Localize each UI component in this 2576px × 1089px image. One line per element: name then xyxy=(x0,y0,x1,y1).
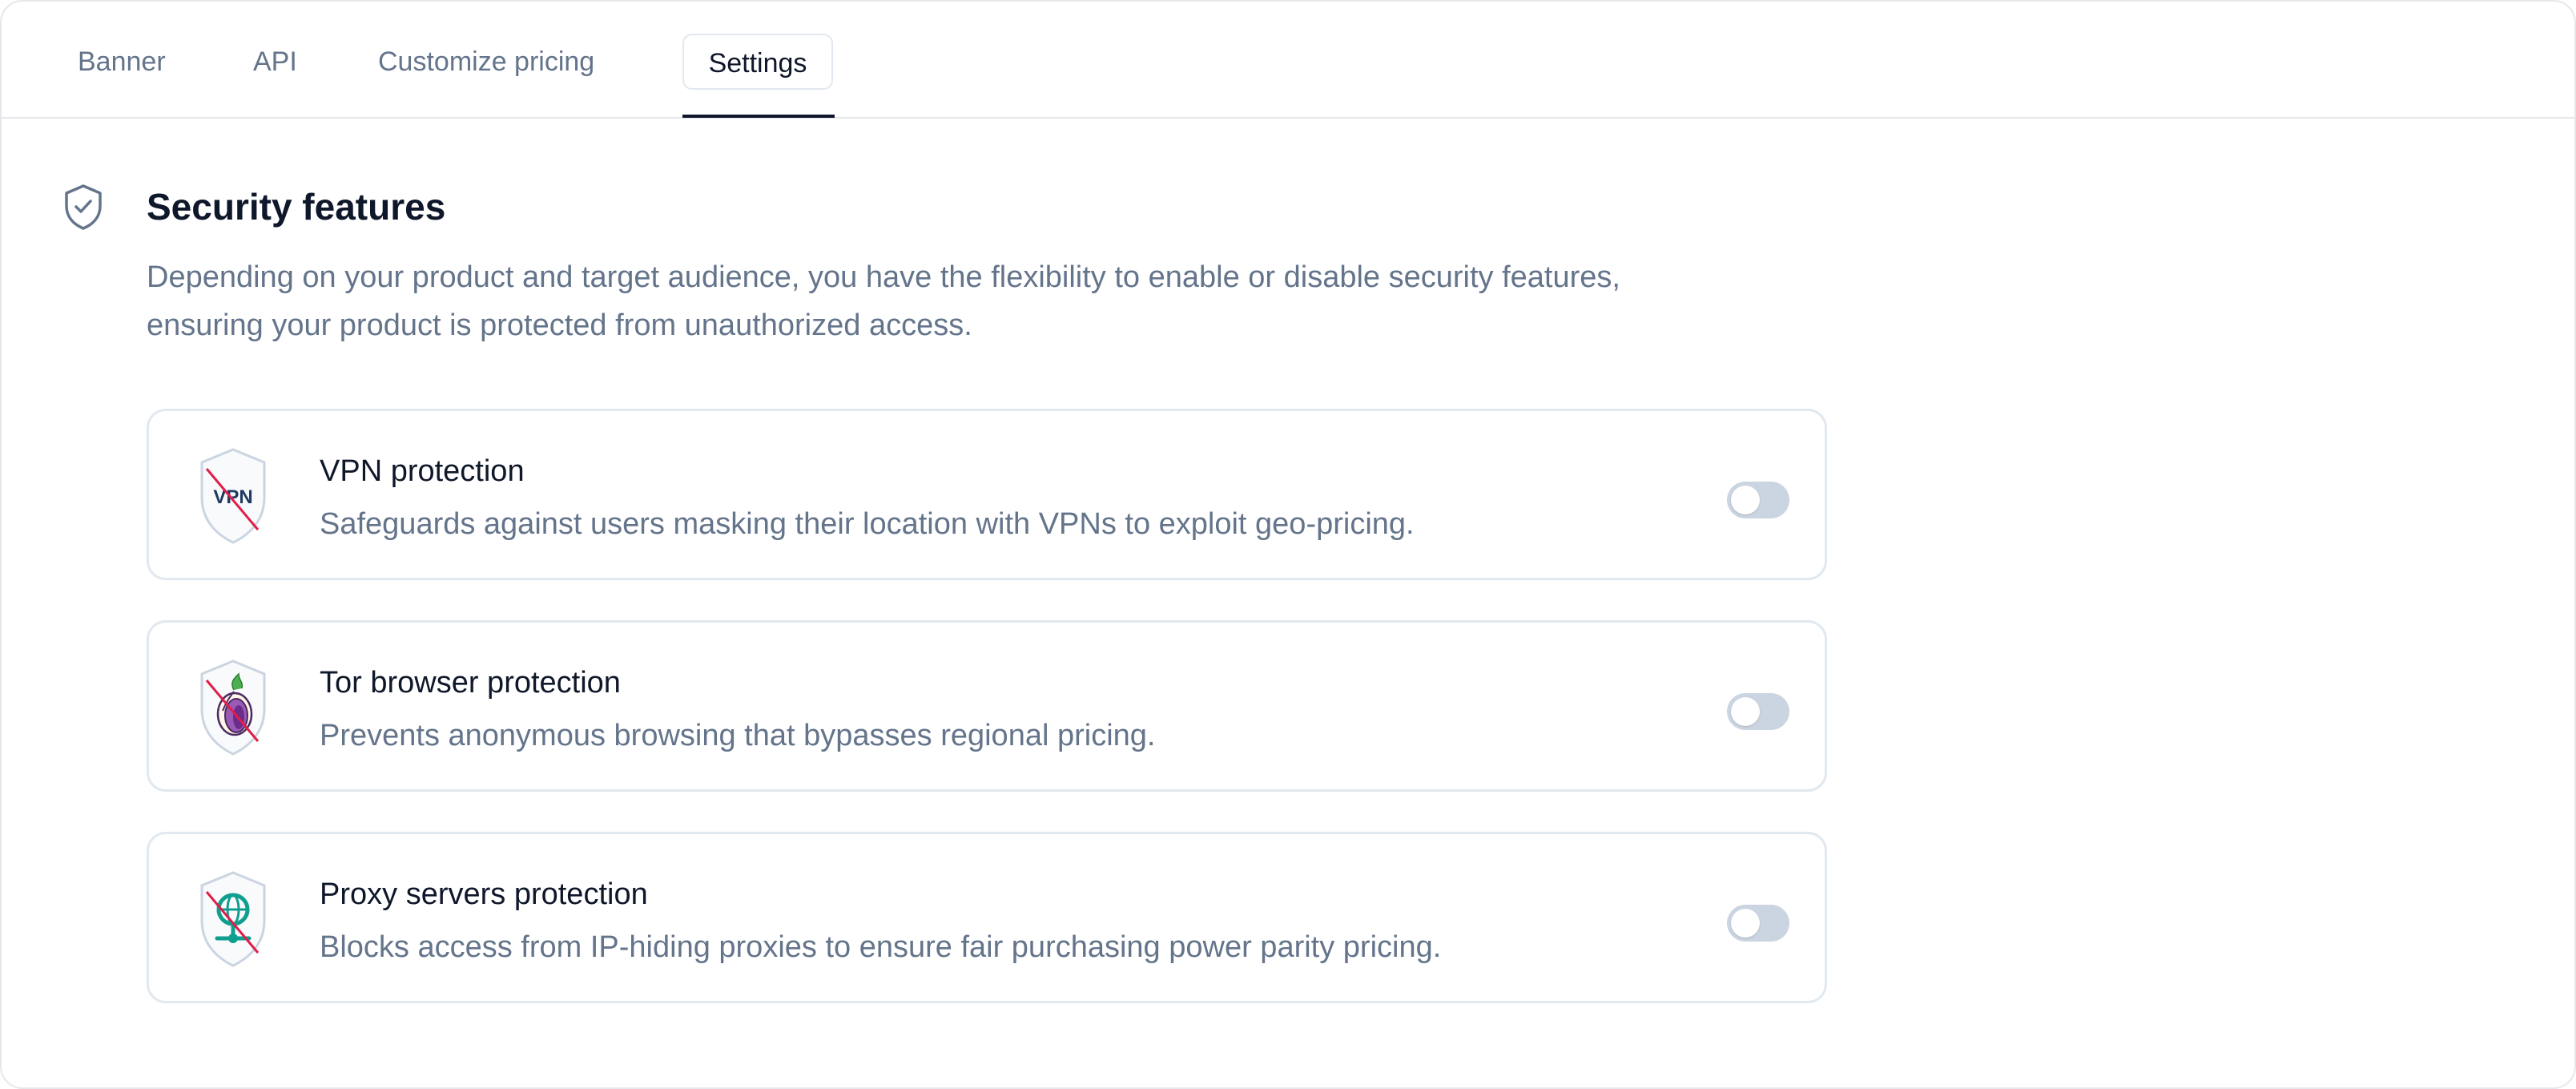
tor-protection-toggle[interactable] xyxy=(1727,693,1789,730)
toggle-knob xyxy=(1731,697,1760,726)
vpn-protection-toggle[interactable] xyxy=(1727,482,1789,518)
feature-title: Proxy servers protection xyxy=(320,877,648,911)
feature-card-vpn: VPN VPN protection Safeguards against us… xyxy=(147,409,1827,580)
toggle-knob xyxy=(1731,909,1760,938)
feature-card-proxy: Proxy servers protection Blocks access f… xyxy=(147,832,1827,1003)
vpn-blocked-shield-icon: VPN xyxy=(197,446,269,546)
feature-description: Blocks access from IP-hiding proxies to … xyxy=(320,930,1442,964)
shield-check-icon xyxy=(62,183,104,231)
feature-title: VPN protection xyxy=(320,454,525,488)
feature-description: Prevents anonymous browsing that bypasse… xyxy=(320,719,1156,752)
tab-banner[interactable]: Banner xyxy=(78,34,166,90)
proxy-protection-toggle[interactable] xyxy=(1727,905,1789,942)
active-tab-indicator xyxy=(682,115,835,118)
settings-panel: Banner API Customize pricing Settings Se… xyxy=(0,0,2576,1089)
tor-blocked-shield-icon xyxy=(197,658,269,757)
tab-settings[interactable]: Settings xyxy=(682,34,833,90)
vpn-icon-label: VPN xyxy=(213,486,252,508)
tab-api[interactable]: API xyxy=(253,34,297,90)
proxy-blocked-shield-icon xyxy=(197,869,269,969)
feature-title: Tor browser protection xyxy=(320,666,621,700)
tab-bar: Banner API Customize pricing Settings xyxy=(2,2,2574,119)
toggle-knob xyxy=(1731,486,1760,514)
feature-card-tor: Tor browser protection Prevents anonymou… xyxy=(147,620,1827,792)
section-title: Security features xyxy=(147,186,446,228)
section-description: Depending on your product and target aud… xyxy=(147,260,1620,342)
tab-customize-pricing[interactable]: Customize pricing xyxy=(378,34,594,90)
feature-description: Safeguards against users masking their l… xyxy=(320,507,1415,541)
